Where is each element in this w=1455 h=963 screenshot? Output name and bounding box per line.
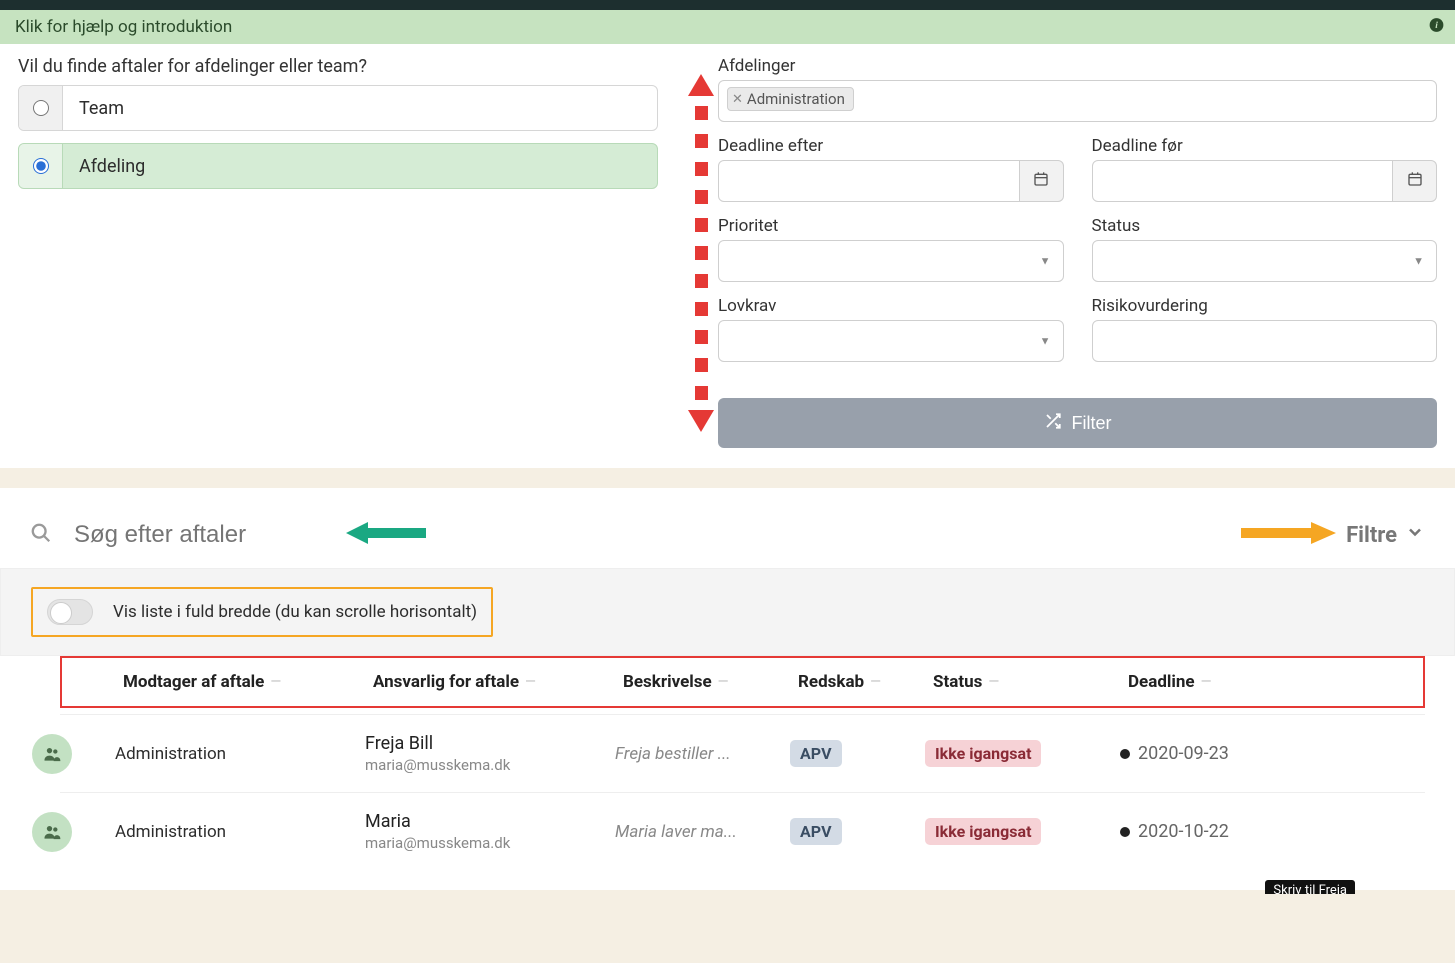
lovkrav-select[interactable]: ▼	[718, 320, 1064, 362]
status-dot-icon	[1120, 749, 1130, 759]
badge-status: Ikke igangsat	[925, 818, 1041, 845]
deadline-before-label: Deadline før	[1092, 136, 1438, 156]
full-width-toggle[interactable]	[47, 599, 93, 625]
calendar-icon	[1033, 171, 1049, 192]
badge-status: Ikke igangsat	[925, 740, 1041, 767]
table-row[interactable]: Administration Maria maria@musskema.dk M…	[60, 792, 1425, 870]
radio-team-label: Team	[63, 98, 140, 119]
sort-icon: —	[525, 674, 536, 690]
cell-deadline: 2020-10-22	[1120, 821, 1310, 842]
radio-afdeling-label: Afdeling	[63, 156, 161, 177]
results-panel: Filtre Vis liste i fuld bredde (du kan s…	[0, 488, 1455, 890]
table-row[interactable]: Administration Freja Bill maria@musskema…	[60, 714, 1425, 792]
caret-down-icon: ▼	[1040, 335, 1051, 348]
full-width-label: Vis liste i fuld bredde (du kan scrolle …	[113, 602, 477, 622]
deadline-after-label: Deadline efter	[718, 136, 1064, 156]
radio-team-input[interactable]	[33, 100, 49, 116]
col-beskrivelse[interactable]: Beskrivelse —	[623, 672, 798, 692]
app-topbar	[0, 0, 1455, 10]
risikovurdering-input[interactable]	[1092, 320, 1438, 362]
help-banner[interactable]: Klik for hjælp og introduktion i	[0, 10, 1455, 44]
users-icon	[32, 812, 72, 852]
risikovurdering-label: Risikovurdering	[1092, 296, 1438, 316]
filter-button[interactable]: Filter	[718, 398, 1437, 448]
sort-icon: —	[988, 674, 999, 690]
cell-beskrivelse: Freja bestiller ...	[615, 744, 790, 764]
deadline-after-input[interactable]	[718, 160, 1020, 202]
sort-icon: —	[870, 674, 881, 690]
col-redskab[interactable]: Redskab —	[798, 672, 933, 692]
tag-remove-icon[interactable]: ✕	[732, 92, 743, 107]
badge-redskab: APV	[790, 818, 842, 845]
filtre-label: Filtre	[1346, 523, 1397, 548]
help-banner-text: Klik for hjælp og introduktion	[15, 17, 232, 37]
afdelinger-label: Afdelinger	[718, 56, 1437, 76]
cell-modtager: Administration	[115, 744, 365, 764]
status-dot-icon	[1120, 827, 1130, 837]
deadline-before-input[interactable]	[1092, 160, 1394, 202]
prioritet-select[interactable]: ▼	[718, 240, 1064, 282]
cell-redskab: APV	[790, 818, 925, 845]
deadline-before-calendar-button[interactable]	[1393, 160, 1437, 202]
users-icon	[32, 734, 72, 774]
afdelinger-tag[interactable]: ✕ Administration	[727, 87, 854, 111]
filter-question-label: Vil du finde aftaler for afdelinger elle…	[18, 56, 658, 77]
cell-ansvarlig: Maria maria@musskema.dk	[365, 811, 615, 852]
afdelinger-input[interactable]: ✕ Administration	[718, 80, 1437, 122]
badge-redskab: APV	[790, 740, 842, 767]
deadline-after-calendar-button[interactable]	[1020, 160, 1064, 202]
annotation-yellow-arrow	[1241, 520, 1336, 550]
shuffle-icon	[1044, 412, 1062, 435]
sort-icon: —	[1201, 674, 1212, 690]
filter-button-label: Filter	[1072, 413, 1112, 434]
svg-text:i: i	[1435, 21, 1438, 31]
afdelinger-tag-label: Administration	[747, 90, 845, 108]
col-modtager[interactable]: Modtager af aftale —	[123, 672, 373, 692]
annotation-yellow-box: Vis liste i fuld bredde (du kan scrolle …	[31, 587, 493, 637]
caret-down-icon: ▼	[1040, 255, 1051, 268]
annotation-red-box: Modtager af aftale — Ansvarlig for aftal…	[60, 656, 1425, 708]
full-width-toggle-bar: Vis liste i fuld bredde (du kan scrolle …	[0, 568, 1455, 656]
chevron-down-icon	[1405, 522, 1425, 548]
radio-team[interactable]: Team	[18, 85, 658, 131]
caret-down-icon: ▼	[1413, 255, 1424, 268]
calendar-icon	[1407, 171, 1423, 192]
status-label: Status	[1092, 216, 1438, 236]
cell-status: Ikke igangsat	[925, 818, 1120, 845]
cell-deadline: 2020-09-23	[1120, 743, 1310, 764]
col-deadline[interactable]: Deadline —	[1128, 672, 1318, 692]
cell-modtager: Administration	[115, 822, 365, 842]
radio-afdeling[interactable]: Afdeling	[18, 143, 658, 189]
search-input[interactable]	[74, 521, 334, 549]
filtre-toggle[interactable]: Filtre	[1346, 522, 1425, 548]
search-icon	[30, 522, 52, 549]
col-ansvarlig[interactable]: Ansvarlig for aftale —	[373, 672, 623, 692]
info-icon[interactable]: i	[1429, 18, 1444, 37]
filter-panel: Vil du finde aftaler for afdelinger elle…	[0, 44, 1455, 468]
col-status[interactable]: Status —	[933, 672, 1128, 692]
sort-icon: —	[718, 674, 729, 690]
sort-icon: —	[270, 674, 281, 690]
status-select[interactable]: ▼	[1092, 240, 1438, 282]
radio-afdeling-input[interactable]	[33, 158, 49, 174]
cell-beskrivelse: Maria laver ma...	[615, 822, 790, 842]
prioritet-label: Prioritet	[718, 216, 1064, 236]
cell-status: Ikke igangsat	[925, 740, 1120, 767]
cell-ansvarlig: Freja Bill maria@musskema.dk	[365, 733, 615, 774]
chat-widget-button[interactable]: Skriv til Freja	[1265, 880, 1355, 894]
lovkrav-label: Lovkrav	[718, 296, 1064, 316]
annotation-green-arrow	[346, 518, 426, 552]
cell-redskab: APV	[790, 740, 925, 767]
